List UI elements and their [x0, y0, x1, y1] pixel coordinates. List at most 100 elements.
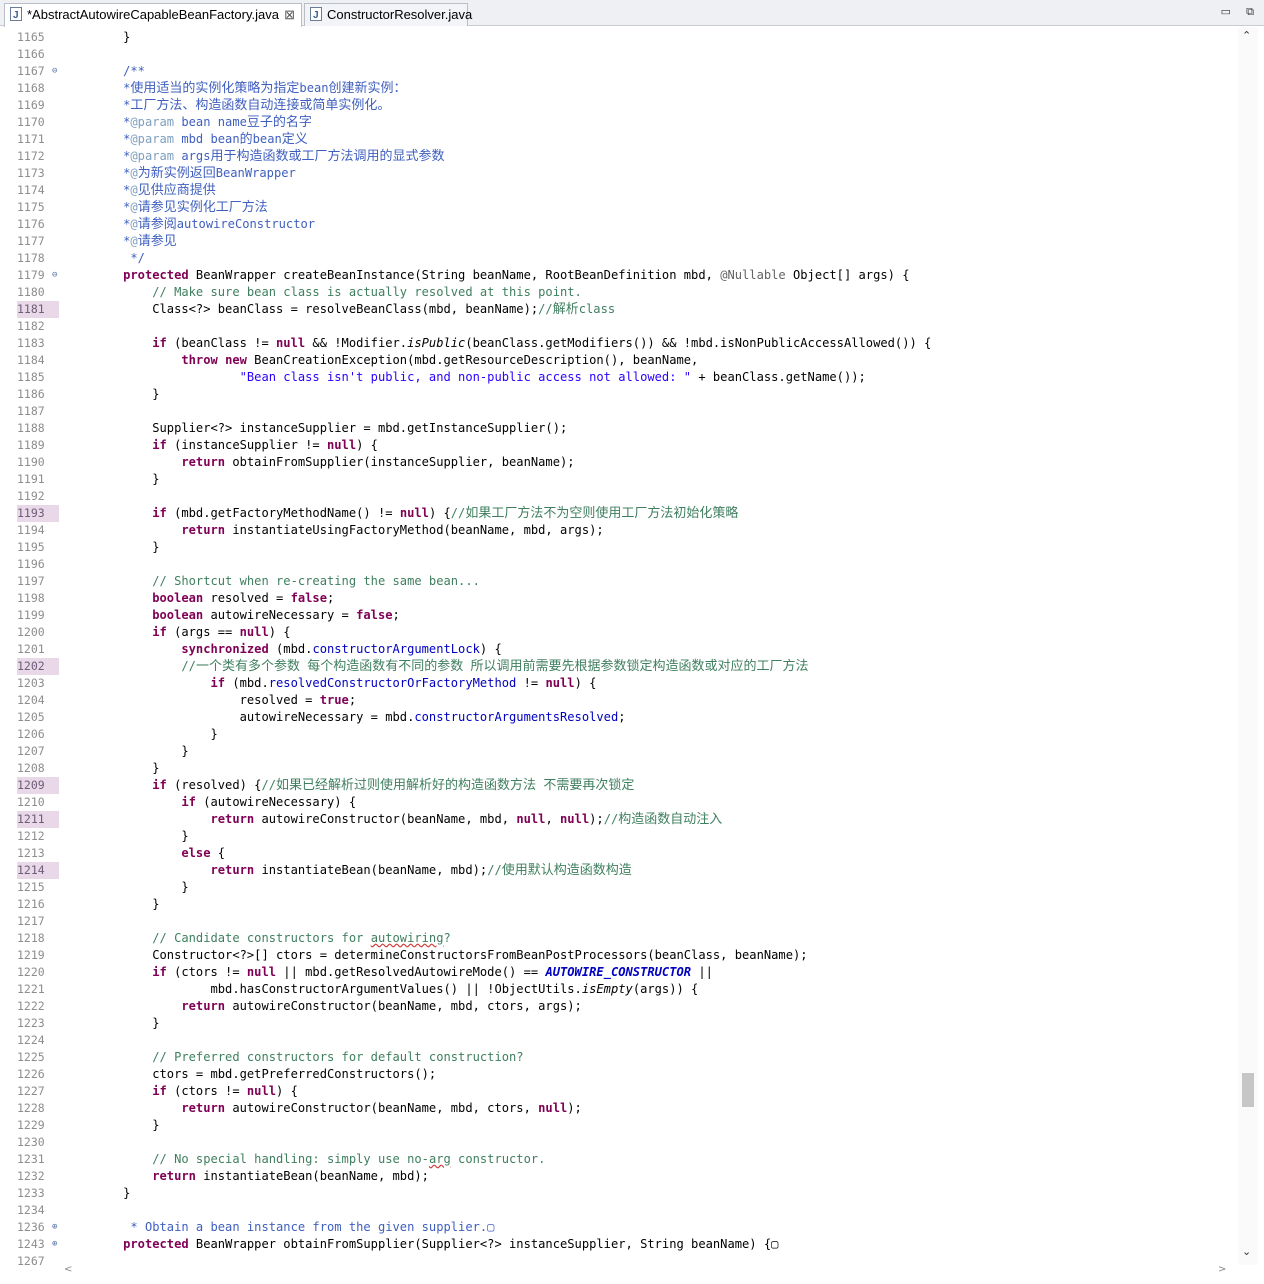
code-line[interactable]: 1199 boolean autowireNecessary = false; — [8, 607, 1230, 624]
code-line[interactable]: 1216 } — [8, 896, 1230, 913]
code-line[interactable]: 1195 } — [8, 539, 1230, 556]
line-number: 1224 — [17, 1033, 45, 1047]
code-text: resolved = true; — [94, 693, 357, 707]
code-line[interactable]: 1228 return autowireConstructor(beanName… — [8, 1100, 1230, 1117]
code-line[interactable]: 1208 } — [8, 760, 1230, 777]
code-line[interactable]: 1167 ⊖ /** — [8, 63, 1230, 80]
code-text: ctors = mbd.getPreferredConstructors(); — [94, 1067, 437, 1081]
code-line[interactable]: 1186 } — [8, 386, 1230, 403]
code-line[interactable]: 1212 } — [8, 828, 1230, 845]
scrollbar-thumb[interactable] — [1242, 1073, 1254, 1107]
code-line[interactable]: 1243 ⊕ protected BeanWrapper obtainFromSu… — [8, 1236, 1230, 1253]
expand-fold-icon[interactable]: ⊕ — [52, 1236, 57, 1253]
restore-icon[interactable]: ⧉ — [1246, 6, 1254, 19]
code-line[interactable]: 1177 *@请参见 — [8, 233, 1230, 250]
code-line[interactable]: 1224 — [8, 1032, 1230, 1049]
tab-constructor-resolver[interactable]: ConstructorResolver.java — [304, 3, 472, 26]
code-line[interactable]: 1207 } — [8, 743, 1230, 760]
code-line[interactable]: 1201 synchronized (mbd.constructorArgume… — [8, 641, 1230, 658]
code-line[interactable]: 1197 // Shortcut when re-creating the sa… — [8, 573, 1230, 590]
code-line[interactable]: 1225 // Preferred constructors for defau… — [8, 1049, 1230, 1066]
line-number: 1201 — [17, 642, 45, 656]
collapse-fold-icon[interactable]: ⊖ — [52, 63, 57, 80]
code-line[interactable]: 1180 // Make sure bean class is actually… — [8, 284, 1230, 301]
code-line[interactable]: 1193 if (mbd.getFactoryMethodName() != n… — [8, 505, 1230, 522]
code-line[interactable]: 1179 ⊖ protected BeanWrapper createBeanIn… — [8, 267, 1230, 284]
code-line[interactable]: 1165 } — [8, 29, 1230, 46]
code-line[interactable]: 1174 *@见供应商提供 — [8, 182, 1230, 199]
code-line[interactable]: 1185 "Bean class isn't public, and non-p… — [8, 369, 1230, 386]
tab-abstract-autowire-capable-bean-factory[interactable]: *AbstractAutowireCapableBeanFactory.java… — [4, 3, 302, 27]
code-text: } — [94, 472, 160, 486]
code-line[interactable]: 1190 return obtainFromSupplier(instanceS… — [8, 454, 1230, 471]
code-line[interactable]: 1223 } — [8, 1015, 1230, 1032]
code-line[interactable]: 1210 if (autowireNecessary) { — [8, 794, 1230, 811]
code-line[interactable]: 1192 — [8, 488, 1230, 505]
code-line[interactable]: 1226 ctors = mbd.getPreferredConstructor… — [8, 1066, 1230, 1083]
code-line[interactable]: 1189 if (instanceSupplier != null) { — [8, 437, 1230, 454]
code-line[interactable]: 1178 */ — [8, 250, 1230, 267]
code-line[interactable]: 1183 if (beanClass != null && !Modifier.… — [8, 335, 1230, 352]
code-line[interactable]: 1181 Class<?> beanClass = resolveBeanCla… — [8, 301, 1230, 318]
code-line[interactable]: 1234 — [8, 1202, 1230, 1219]
code-editor[interactable]: 1165 } 1166 1167 ⊖ /** 1168 *使用适当的实例化策略为指定be… — [8, 27, 1230, 1265]
code-line[interactable]: 1214 return instantiateBean(beanName, mb… — [8, 862, 1230, 879]
code-line[interactable]: 1233 } — [8, 1185, 1230, 1202]
line-number: 1212 — [17, 829, 45, 843]
code-line[interactable]: 1231 // No special handling: simply use … — [8, 1151, 1230, 1168]
code-line[interactable]: 1211 return autowireConstructor(beanName… — [8, 811, 1230, 828]
horizontal-scrollbar[interactable]: < > — [58, 1264, 1230, 1278]
scroll-down-icon[interactable]: ⌄ — [1242, 1245, 1251, 1258]
code-line[interactable]: 1170 *@param bean name豆子的名字 — [8, 114, 1230, 131]
code-line[interactable]: 1220 if (ctors != null || mbd.getResolve… — [8, 964, 1230, 981]
code-line[interactable]: 1169 *工厂方法、构造函数自动连接或简单实例化。 — [8, 97, 1230, 114]
code-line[interactable]: 1236 ⊕ * Obtain a bean instance from the … — [8, 1219, 1230, 1236]
code-line[interactable]: 1221 mbd.hasConstructorArgumentValues() … — [8, 981, 1230, 998]
code-line[interactable]: 1213 else { — [8, 845, 1230, 862]
code-line[interactable]: 1227 if (ctors != null) { — [8, 1083, 1230, 1100]
code-line[interactable]: 1202 //一个类有多个参数 每个构造函数有不同的参数 所以调用前需要先根据参… — [8, 658, 1230, 675]
code-line[interactable]: 1171 *@param mbd bean的bean定义 — [8, 131, 1230, 148]
collapse-fold-icon[interactable]: ⊖ — [52, 267, 57, 284]
scroll-up-icon[interactable]: ⌃ — [1242, 29, 1251, 42]
code-line[interactable]: 1168 *使用适当的实例化策略为指定bean创建新实例： — [8, 80, 1230, 97]
code-line[interactable]: 1166 — [8, 46, 1230, 63]
code-line[interactable]: 1173 *@为新实例返回BeanWrapper — [8, 165, 1230, 182]
code-line[interactable]: 1182 — [8, 318, 1230, 335]
code-line[interactable]: 1203 if (mbd.resolvedConstructorOrFactor… — [8, 675, 1230, 692]
code-line[interactable]: 1209 if (resolved) {//如果已经解析过则使用解析好的构造函数… — [8, 777, 1230, 794]
code-line[interactable]: 1205 autowireNecessary = mbd.constructor… — [8, 709, 1230, 726]
line-number: 1191 — [17, 472, 45, 486]
line-number: 1211 — [17, 811, 59, 828]
code-line[interactable]: 1206 } — [8, 726, 1230, 743]
vertical-scrollbar[interactable]: ⌃ ⌄ — [1238, 27, 1258, 1265]
minimize-icon[interactable]: ▭ — [1221, 5, 1231, 18]
code-line[interactable]: 1229 } — [8, 1117, 1230, 1134]
code-line[interactable]: 1222 return autowireConstructor(beanName… — [8, 998, 1230, 1015]
code-line[interactable]: 1217 — [8, 913, 1230, 930]
code-line[interactable]: 1219 Constructor<?>[] ctors = determineC… — [8, 947, 1230, 964]
line-number: 1187 — [17, 404, 45, 418]
code-line[interactable]: 1200 if (args == null) { — [8, 624, 1230, 641]
code-line[interactable]: 1176 *@请参阅autowireConstructor — [8, 216, 1230, 233]
code-line[interactable]: 1184 throw new BeanCreationException(mbd… — [8, 352, 1230, 369]
code-line[interactable]: 1198 boolean resolved = false; — [8, 590, 1230, 607]
code-line[interactable]: 1196 — [8, 556, 1230, 573]
code-line[interactable]: 1204 resolved = true; — [8, 692, 1230, 709]
code-text: *@param args用于构造函数或工厂方法调用的显式参数 — [94, 149, 445, 164]
scroll-right-icon[interactable]: > — [1218, 1264, 1226, 1275]
code-line[interactable]: 1175 *@请参见实例化工厂方法 — [8, 199, 1230, 216]
code-line[interactable]: 1218 // Candidate constructors for autow… — [8, 930, 1230, 947]
code-line[interactable]: 1215 } — [8, 879, 1230, 896]
code-line[interactable]: 1232 return instantiateBean(beanName, mb… — [8, 1168, 1230, 1185]
code-line[interactable]: 1191 } — [8, 471, 1230, 488]
code-line[interactable]: 1188 Supplier<?> instanceSupplier = mbd.… — [8, 420, 1230, 437]
code-line[interactable]: 1230 — [8, 1134, 1230, 1151]
code-line[interactable]: 1172 *@param args用于构造函数或工厂方法调用的显式参数 — [8, 148, 1230, 165]
close-tab-icon[interactable]: ⊠ — [284, 4, 295, 25]
scroll-left-icon[interactable]: < — [64, 1264, 72, 1275]
code-line[interactable]: 1187 — [8, 403, 1230, 420]
code-line[interactable]: 1194 return instantiateUsingFactoryMetho… — [8, 522, 1230, 539]
expand-fold-icon[interactable]: ⊕ — [52, 1219, 57, 1236]
line-number: 1166 — [17, 47, 45, 61]
